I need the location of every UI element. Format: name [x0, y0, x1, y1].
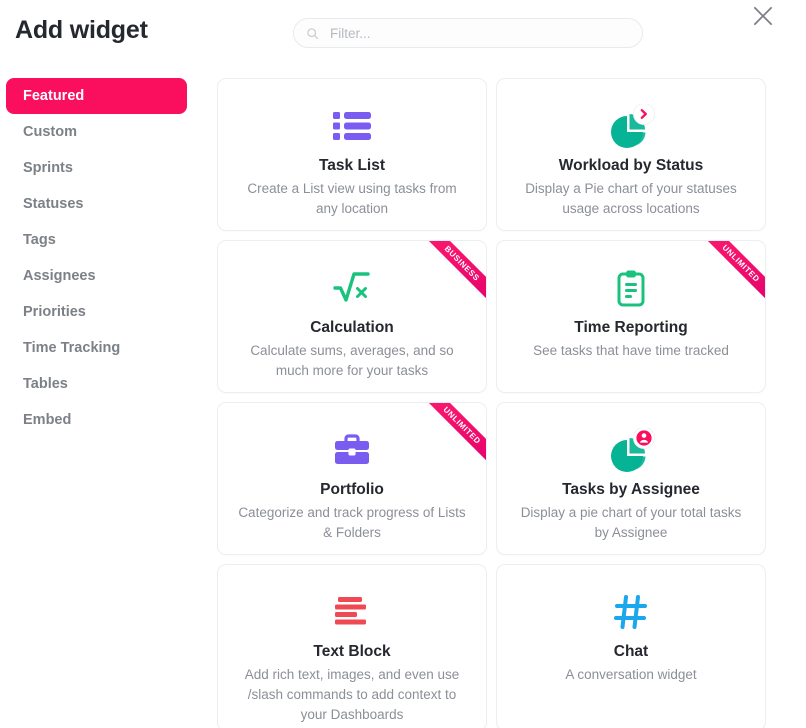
text-lines-icon: [335, 591, 369, 633]
widget-card-title: Calculation: [310, 319, 394, 336]
widget-card-description: Create a List view using tasks from any …: [247, 181, 457, 216]
widget-card-tasks-by-assignee[interactable]: Tasks by Assignee Display a pie chart of…: [496, 402, 766, 555]
sidebar-item-label: Embed: [23, 412, 72, 428]
widget-card-title: Tasks by Assignee: [562, 481, 700, 498]
sidebar-item-priorities[interactable]: Priorities: [6, 294, 187, 330]
hashtag-icon: [614, 591, 648, 633]
sidebar-item-label: Tables: [23, 376, 68, 392]
widget-card-title: Workload by Status: [558, 157, 704, 174]
sidebar-item-featured[interactable]: Featured: [6, 78, 187, 114]
widget-row: Task List Create a List view using tasks…: [217, 78, 766, 231]
widget-card-time-reporting[interactable]: UNLIMITED Time Reporting See tasks that …: [496, 240, 766, 393]
sidebar-item-sprints[interactable]: Sprints: [6, 150, 187, 186]
sidebar-item-label: Sprints: [23, 160, 73, 176]
plan-badge-ribbon: UNLIMITED: [414, 403, 486, 475]
sidebar-item-label: Tags: [23, 232, 56, 248]
plan-badge-label: UNLIMITED: [418, 403, 486, 469]
widget-card-description: Display a pie chart of your total tasks …: [520, 505, 742, 540]
modal-header: Add widget: [0, 0, 806, 62]
widget-card-title: Time Reporting: [574, 319, 688, 336]
sidebar-item-label: Custom: [23, 124, 77, 140]
sidebar-item-label: Time Tracking: [23, 340, 121, 356]
widget-card-description: See tasks that have time tracked: [533, 343, 729, 358]
sidebar-item-label: Featured: [23, 88, 85, 104]
widget-row: BUSINESS Calculation Calculate sums, ave…: [217, 240, 766, 393]
sidebar-item-tables[interactable]: Tables: [6, 366, 187, 402]
widget-card-title: Task List: [318, 157, 386, 174]
widget-card-task-list[interactable]: Task List Create a List view using tasks…: [217, 78, 487, 231]
search-input[interactable]: [328, 24, 630, 42]
plan-badge-label: BUSINESS: [418, 241, 486, 307]
category-sidebar: Featured Custom Sprints Statuses Tags As…: [0, 78, 200, 438]
sidebar-item-label: Assignees: [23, 268, 96, 284]
add-widget-modal: Add widget Featured Custom Sprints Statu…: [0, 0, 806, 728]
sidebar-item-time-tracking[interactable]: Time Tracking: [6, 330, 187, 366]
sidebar-item-custom[interactable]: Custom: [6, 114, 187, 150]
search-icon: [306, 27, 319, 40]
widget-card-description: Calculate sums, averages, and so much mo…: [250, 343, 454, 378]
pie-chart-assignee-icon: [607, 428, 655, 472]
widget-card-description: Add rich text, images, and even use /sla…: [244, 667, 460, 722]
widget-card-text-block[interactable]: Text Block Add rich text, images, and ev…: [217, 564, 487, 728]
plan-badge-ribbon: UNLIMITED: [693, 241, 765, 313]
widget-grid: Task List Create a List view using tasks…: [217, 78, 766, 728]
widget-card-description: Display a Pie chart of your statuses usa…: [525, 181, 737, 216]
widget-card-title: Chat: [613, 643, 649, 660]
sidebar-item-label: Statuses: [23, 196, 84, 212]
sidebar-item-tags[interactable]: Tags: [6, 222, 187, 258]
filter-search-box[interactable]: [293, 18, 643, 48]
sidebar-item-label: Priorities: [23, 304, 86, 320]
widget-card-workload-by-status[interactable]: Workload by Status Display a Pie chart o…: [496, 78, 766, 231]
sidebar-item-statuses[interactable]: Statuses: [6, 186, 187, 222]
widget-row: Text Block Add rich text, images, and ev…: [217, 564, 766, 728]
clipboard-icon: [615, 267, 647, 309]
sidebar-item-assignees[interactable]: Assignees: [6, 258, 187, 294]
plan-badge-ribbon: BUSINESS: [414, 241, 486, 313]
widget-card-chat[interactable]: Chat A conversation widget: [496, 564, 766, 728]
widget-card-description: A conversation widget: [565, 667, 697, 682]
plan-badge-label: UNLIMITED: [697, 241, 765, 307]
sidebar-item-embed[interactable]: Embed: [6, 402, 187, 438]
widget-card-description: Categorize and track progress of Lists &…: [238, 505, 466, 540]
square-root-icon: [333, 267, 371, 309]
widget-card-title: Text Block: [313, 643, 391, 660]
briefcase-icon: [333, 429, 371, 471]
pie-chart-status-icon: [607, 104, 655, 148]
widget-row: UNLIMITED Portfolio Categorize and track…: [217, 402, 766, 555]
close-icon[interactable]: [750, 3, 776, 29]
task-list-icon: [333, 105, 371, 147]
widget-card-calculation[interactable]: BUSINESS Calculation Calculate sums, ave…: [217, 240, 487, 393]
widget-card-title: Portfolio: [320, 481, 384, 498]
page-title: Add widget: [15, 16, 148, 44]
widget-card-portfolio[interactable]: UNLIMITED Portfolio Categorize and track…: [217, 402, 487, 555]
